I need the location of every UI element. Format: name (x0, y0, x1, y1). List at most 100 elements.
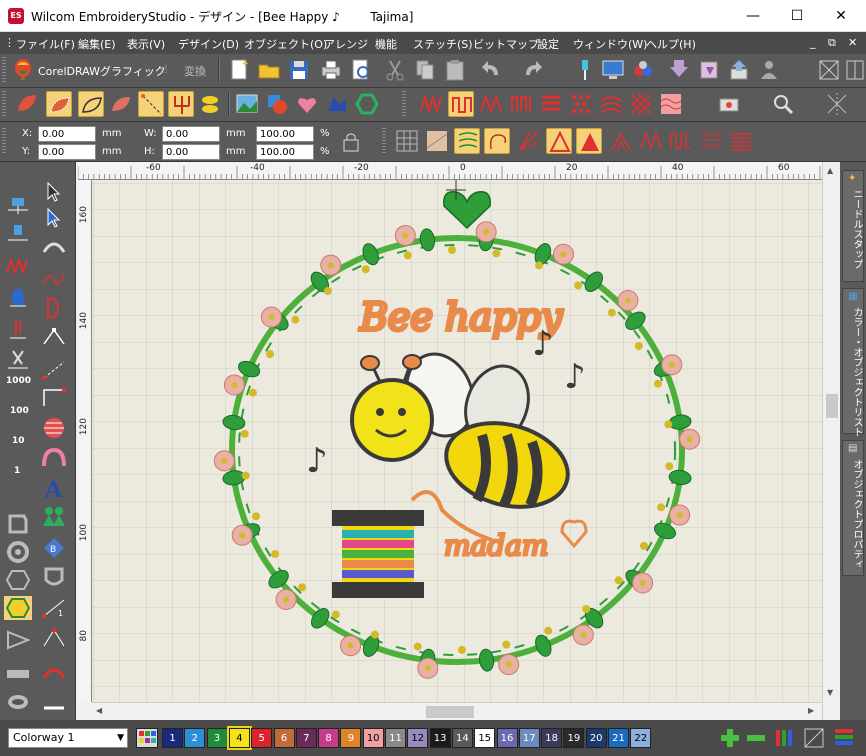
design-canvas[interactable]: Bee happy ♪ ♪ ♪ madam (92, 180, 822, 702)
color-swatch[interactable]: 7 (295, 728, 317, 748)
hexagon-tool[interactable] (4, 568, 34, 592)
undo-button[interactable] (478, 57, 504, 83)
mirror-button[interactable] (824, 91, 850, 117)
turning-satin-button[interactable] (546, 128, 572, 154)
color-swatch[interactable]: 17 (518, 728, 540, 748)
step-stitch-button[interactable] (538, 91, 564, 117)
circle-tool[interactable] (40, 416, 70, 440)
circle-frame-tool[interactable] (4, 540, 34, 564)
stitch-point-tool[interactable] (40, 358, 70, 382)
arc-tool[interactable] (40, 234, 70, 258)
scroll-thumb[interactable] (826, 394, 838, 418)
scissors-tool[interactable] (4, 348, 34, 372)
e-stitch-button[interactable] (508, 91, 534, 117)
zigzag-button[interactable] (418, 91, 444, 117)
run-line-button[interactable] (138, 91, 164, 117)
outline-fill-button[interactable] (78, 91, 104, 117)
toolbar-grip[interactable] (382, 128, 386, 154)
zoom-button[interactable] (770, 91, 796, 117)
x-input[interactable] (38, 126, 96, 142)
select-tool[interactable] (40, 180, 70, 204)
stitch-count-1000[interactable]: 1000 (6, 376, 31, 386)
import-button[interactable] (666, 57, 692, 83)
color-swatch[interactable]: 4 (226, 726, 252, 750)
stitch-count-10[interactable]: 10 (12, 436, 25, 446)
dock-tab-color-object-list[interactable]: ▦ カラー・オブジェクトリスト (842, 288, 864, 437)
scale-y-input[interactable] (256, 144, 314, 160)
freehand-tool[interactable] (40, 266, 70, 290)
spiral-button[interactable] (484, 128, 510, 154)
scroll-right-icon[interactable]: ▶ (808, 706, 814, 715)
grid-fill-button[interactable] (394, 128, 420, 154)
grid-view-button[interactable] (816, 57, 842, 83)
eyedropper-tool[interactable] (4, 690, 34, 714)
fill-hexagon-tool[interactable] (4, 596, 34, 620)
heart-shape-button[interactable] (294, 91, 320, 117)
width-input[interactable] (162, 126, 220, 142)
dock-tab-needle[interactable]: ✦ ニードルスタップ (842, 170, 864, 282)
menu-design[interactable]: デザイン(D) (178, 36, 239, 52)
color-swatch[interactable]: 20 (585, 728, 607, 748)
print-button[interactable] (318, 57, 344, 83)
picture-button[interactable] (234, 91, 260, 117)
cut-button[interactable] (382, 57, 408, 83)
dock-tab-object-properties[interactable]: ▤ オブジェクトプロパティ (842, 440, 864, 576)
send-to-machine-button[interactable] (600, 57, 626, 83)
triangle-tool[interactable] (4, 628, 34, 652)
spool-tool[interactable] (4, 286, 34, 310)
color-swatch[interactable]: 16 (496, 728, 518, 748)
app-icon[interactable]: ES (8, 8, 24, 24)
menu-object[interactable]: オブジェクト(O) (244, 36, 327, 52)
export-button[interactable] (696, 57, 722, 83)
triple-zigzag-button[interactable] (478, 91, 504, 117)
color-swatch[interactable]: 8 (318, 728, 340, 748)
y-input[interactable] (38, 144, 96, 160)
menu-file[interactable]: ファイル(F) (16, 36, 75, 52)
color-swatch[interactable]: 3 (206, 728, 228, 748)
scroll-down-icon[interactable]: ▼ (827, 688, 833, 697)
colorway-select[interactable]: Colorway 1 ▼ (8, 728, 128, 748)
star-fill-button[interactable] (576, 128, 602, 154)
menu-window[interactable]: ウィンドウ(W) (573, 36, 647, 52)
close-button[interactable]: ✕ (818, 0, 864, 32)
menu-view[interactable]: 表示(V) (127, 36, 165, 52)
monogram-tool[interactable] (40, 446, 70, 470)
shapes-button[interactable] (264, 91, 290, 117)
color-swatch[interactable]: 6 (273, 728, 295, 748)
toolbar-grip[interactable] (2, 57, 6, 83)
needle-button[interactable] (572, 57, 598, 83)
stitch-count-1[interactable]: 1 (14, 466, 20, 476)
color-swatch[interactable]: 5 (251, 728, 273, 748)
square-wave-button[interactable] (668, 128, 694, 154)
scale-x-input[interactable] (256, 126, 314, 142)
stitch-count-100[interactable]: 100 (10, 406, 29, 416)
arc-fill-button[interactable] (598, 91, 624, 117)
shield-tool[interactable] (40, 566, 70, 590)
diamond-fill-button[interactable] (568, 91, 594, 117)
color-bars-button[interactable] (832, 726, 856, 750)
color-swatch[interactable]: 22 (630, 728, 652, 748)
height-input[interactable] (162, 144, 220, 160)
trace-tool[interactable] (40, 660, 70, 684)
people-button[interactable] (756, 57, 782, 83)
color-swatch[interactable]: 14 (451, 728, 473, 748)
color-swatch[interactable]: 12 (407, 728, 429, 748)
zigzag-tool[interactable] (4, 254, 34, 278)
measure-tool[interactable]: 1 (40, 596, 70, 620)
menu-stitch[interactable]: ステッチ(S) (413, 36, 473, 52)
color-swatch[interactable]: 15 (474, 728, 496, 748)
color-swatch[interactable]: 18 (541, 728, 563, 748)
redo-button[interactable] (520, 57, 546, 83)
menu-help[interactable]: ヘルプ(H) (646, 36, 696, 52)
satin-stitch-button[interactable] (448, 91, 474, 117)
menu-arrange[interactable]: アレンジ (324, 36, 368, 52)
contour-button[interactable] (454, 128, 480, 154)
upload-button[interactable] (726, 57, 752, 83)
remove-color-button[interactable] (744, 726, 768, 750)
scroll-thumb[interactable] (426, 706, 474, 718)
split-tool[interactable] (40, 690, 70, 714)
no-color-button[interactable] (802, 726, 826, 750)
color-swatch[interactable]: 19 (563, 728, 585, 748)
ruler-vertical[interactable]: 160 140 120 100 80 (78, 180, 92, 702)
toolbar-grip[interactable] (2, 91, 6, 117)
